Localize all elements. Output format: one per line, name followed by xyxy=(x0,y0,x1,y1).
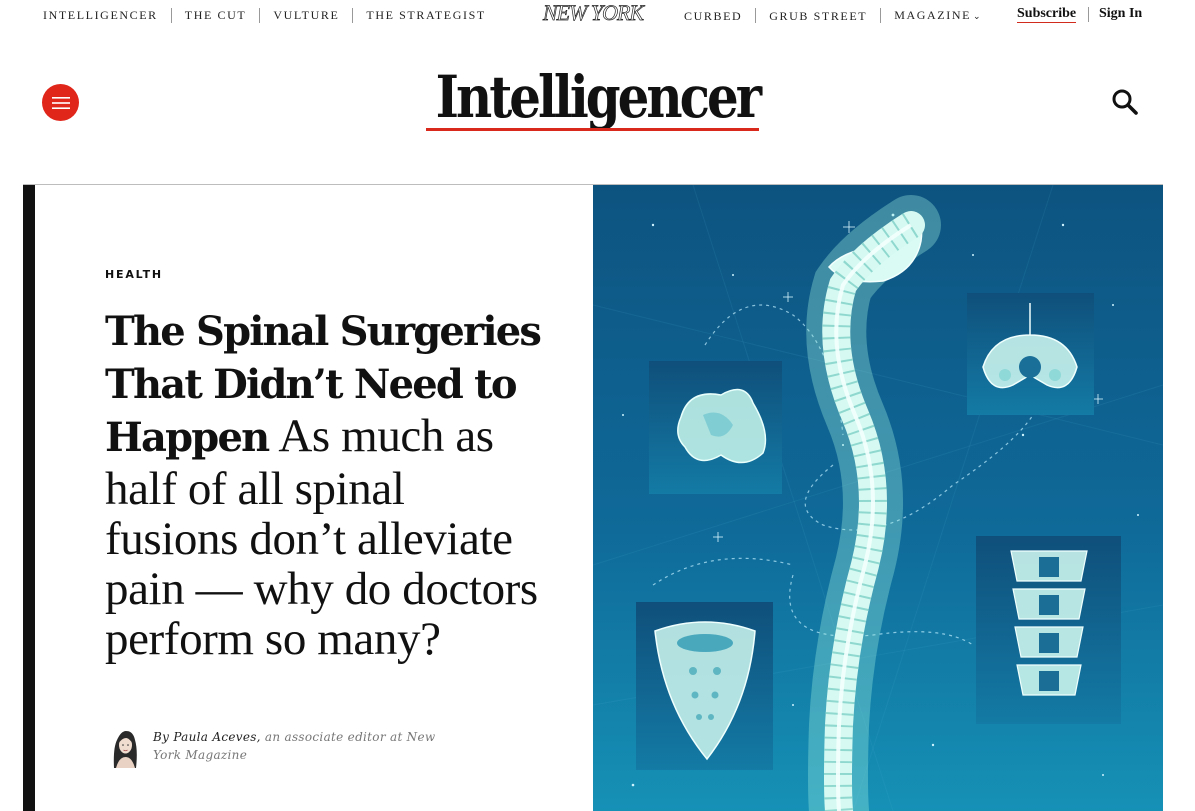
sign-in-link[interactable]: Sign In xyxy=(1099,6,1142,22)
account-divider xyxy=(1088,7,1089,22)
search-icon xyxy=(1112,89,1138,115)
subscribe-link[interactable]: Subscribe xyxy=(1017,6,1077,23)
chevron-down-icon: ⌄ xyxy=(973,11,983,21)
vertebra-tile-top-left xyxy=(649,361,782,494)
search-button[interactable] xyxy=(1110,87,1140,117)
nav-link-magazine-label: Magazine xyxy=(894,8,972,22)
nav-link-the-cut[interactable]: The Cut xyxy=(185,7,247,23)
menu-button[interactable] xyxy=(42,84,79,121)
hamburger-icon xyxy=(51,96,70,109)
byline-text: By Paula Aceves, an associate editor at … xyxy=(153,728,437,764)
article-rubric[interactable]: HEALTH xyxy=(105,268,163,281)
nav-link-curbed[interactable]: Curbed xyxy=(684,8,742,24)
hero-illustration xyxy=(593,185,1163,811)
site-links-right: Curbed Grub Street Magazine ⌄ xyxy=(684,7,982,24)
author-avatar xyxy=(113,731,137,768)
nav-link-the-strategist[interactable]: The Strategist xyxy=(366,7,485,23)
vertebra-tile-top-right xyxy=(967,293,1094,415)
site-links-left: Intelligencer The Cut Vulture The Strate… xyxy=(43,7,486,23)
nav-link-vulture[interactable]: Vulture xyxy=(273,7,339,23)
nav-divider xyxy=(259,7,261,23)
brand-underline xyxy=(426,128,759,131)
top-navigation: Intelligencer The Cut Vulture The Strate… xyxy=(0,0,1195,30)
nav-link-magazine[interactable]: Magazine ⌄ xyxy=(894,7,982,24)
article-headline-block[interactable]: The Spinal Surgeries That Didn’t Need to… xyxy=(105,305,545,664)
new-york-logo-text: NEW YORK xyxy=(542,0,646,25)
sacrum-tile-bottom-left xyxy=(636,602,773,770)
byline-prefix: By xyxy=(153,730,170,744)
article-accent-bar xyxy=(23,185,35,811)
article-byline: By Paula Aceves, an associate editor at … xyxy=(107,728,437,768)
nav-divider xyxy=(880,8,882,23)
new-york-logo[interactable]: NEW YORK xyxy=(533,0,653,28)
site-brand-logo[interactable]: Intelligencer xyxy=(436,62,762,132)
nav-link-intelligencer[interactable]: Intelligencer xyxy=(43,7,158,23)
nav-divider xyxy=(170,7,172,23)
nav-divider xyxy=(755,8,757,23)
vertebrae-tile-bottom-right xyxy=(976,536,1121,724)
author-name[interactable]: Paula Aceves, xyxy=(173,730,260,744)
spine-illustration xyxy=(593,185,1163,811)
nav-divider xyxy=(352,7,354,23)
nav-link-grub-street[interactable]: Grub Street xyxy=(769,8,867,24)
